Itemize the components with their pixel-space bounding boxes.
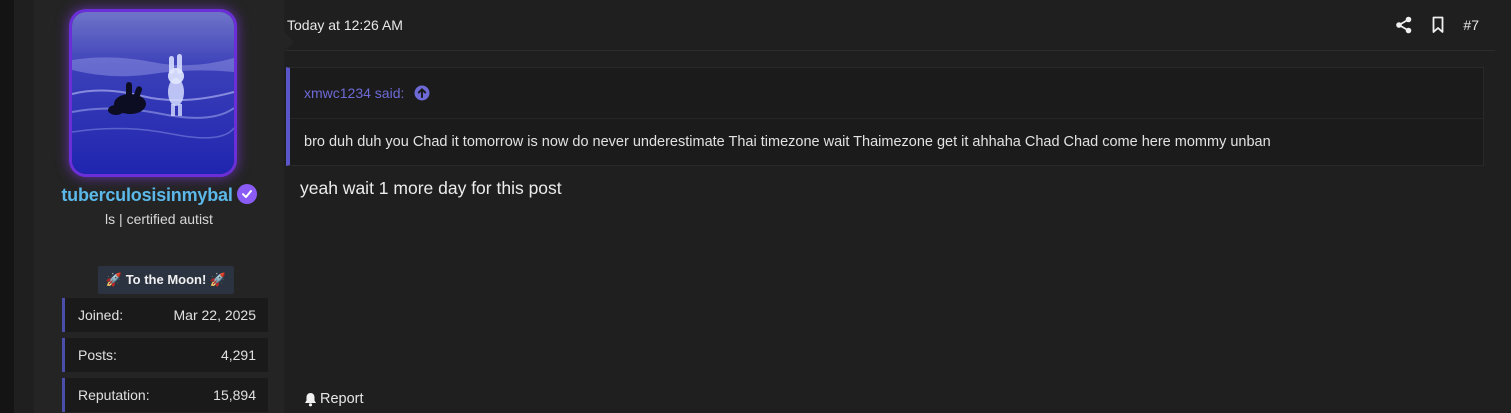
stat-reputation: Reputation: 15,894 xyxy=(62,378,268,412)
user-info-column: tuberculosisinmybal ls | certified autis… xyxy=(34,0,294,413)
share-icon[interactable] xyxy=(1395,16,1413,34)
quote-divider xyxy=(290,118,1483,119)
quote-text: bro duh duh you Chad it tomorrow is now … xyxy=(304,134,1271,150)
bookmark-icon[interactable] xyxy=(1429,16,1447,34)
post-number[interactable]: #7 xyxy=(1463,17,1479,33)
username-text[interactable]: tuberculosisinmybal xyxy=(61,185,232,205)
user-title: ls | certified autist xyxy=(105,211,213,227)
username[interactable]: tuberculosisinmybal xyxy=(34,184,284,206)
page: tuberculosisinmybal ls | certified autis… xyxy=(0,0,1511,413)
avatar-image xyxy=(72,12,234,174)
stat-posts: Posts: 4,291 xyxy=(62,338,268,372)
stat-label: Reputation: xyxy=(78,387,150,403)
report-label[interactable]: Report xyxy=(320,391,364,407)
stat-value[interactable]: 4,291 xyxy=(221,347,256,363)
stat-label: Joined: xyxy=(78,307,124,323)
post-body: yeah wait 1 more day for this post xyxy=(300,178,562,198)
left-gutter xyxy=(0,0,14,413)
stat-label: Posts: xyxy=(78,347,117,363)
bell-icon xyxy=(305,392,316,406)
quote-author[interactable]: xmwc1234 said: xyxy=(304,85,404,101)
avatar[interactable] xyxy=(72,12,234,174)
quote-block: xmwc1234 said: bro duh duh you Chad it t… xyxy=(286,67,1484,166)
post-actions: #7 xyxy=(1395,14,1479,36)
stat-value: 15,894 xyxy=(213,387,256,403)
quote-author-row[interactable]: xmwc1234 said: xyxy=(304,85,430,101)
stat-joined: Joined: Mar 22, 2025 xyxy=(62,298,268,332)
stat-value: Mar 22, 2025 xyxy=(173,307,257,323)
arrow-up-circle-icon[interactable] xyxy=(414,85,430,101)
post-main: Today at 12:26 AM #7 xmwc1234 said: bro … xyxy=(286,0,1511,413)
report-link[interactable]: Report xyxy=(303,391,364,407)
verified-check-icon xyxy=(236,184,257,204)
post-date[interactable]: Today at 12:26 AM xyxy=(287,17,403,33)
forum-post: tuberculosisinmybal ls | certified autis… xyxy=(14,0,1511,413)
user-banner: 🚀 To the Moon! 🚀 xyxy=(98,266,234,294)
header-divider xyxy=(286,50,1495,51)
